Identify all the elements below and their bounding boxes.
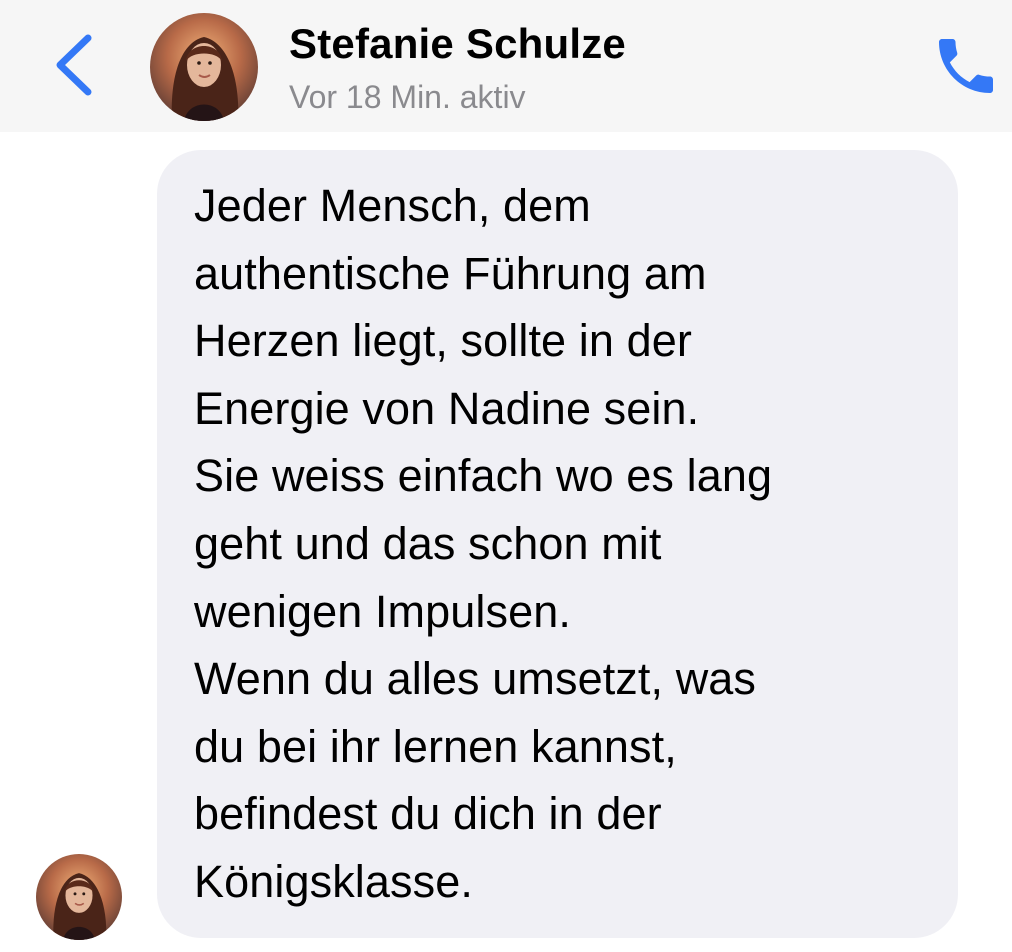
chat-screen: Stefanie Schulze Vor 18 Min. aktiv Jeder… (0, 0, 1012, 952)
call-button[interactable] (930, 30, 1002, 102)
message-text: Jeder Mensch, dem authentische Führung a… (194, 180, 773, 907)
contact-avatar[interactable] (150, 13, 258, 121)
back-button[interactable] (44, 28, 108, 102)
contact-name: Stefanie Schulze (289, 20, 626, 67)
sender-avatar[interactable] (36, 854, 122, 940)
chat-header: Stefanie Schulze Vor 18 Min. aktiv (0, 0, 1012, 132)
active-status: Vor 18 Min. aktiv (289, 79, 526, 115)
chevron-left-icon (56, 34, 92, 96)
contact-title-block[interactable]: Stefanie Schulze Vor 18 Min. aktiv (289, 18, 849, 118)
message-bubble[interactable]: Jeder Mensch, dem authentische Führung a… (157, 150, 958, 938)
phone-icon (939, 39, 993, 93)
